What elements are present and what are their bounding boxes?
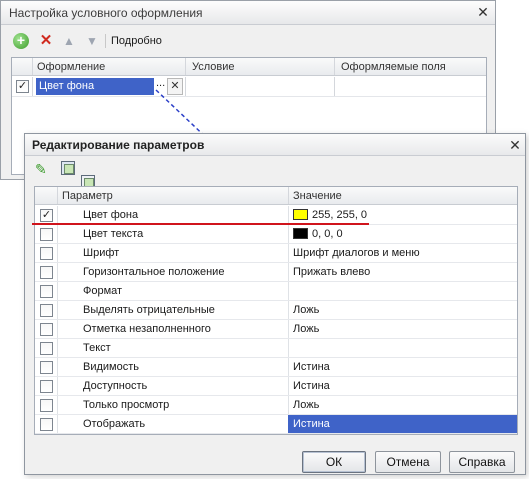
- table-row[interactable]: Цвет текста 0, 0, 0: [35, 225, 517, 244]
- edit-icon[interactable]: ✎: [35, 161, 51, 177]
- cancel-button[interactable]: Отмена: [375, 451, 441, 473]
- row-checkbox[interactable]: [40, 285, 53, 298]
- ok-button[interactable]: ОК: [302, 451, 366, 473]
- param-name: Формат: [83, 285, 123, 297]
- param-value[interactable]: Ложь: [293, 399, 319, 411]
- window2-titlebar: Редактирование параметров ✕: [25, 134, 525, 156]
- param-name: Горизонтальное положение: [83, 266, 225, 278]
- param-value[interactable]: Ложь: [293, 323, 319, 335]
- param-name: Текст: [83, 342, 111, 354]
- param-name: Отметка незаполненного: [83, 323, 211, 335]
- help-button[interactable]: Справка: [449, 451, 515, 473]
- param-value[interactable]: 0, 0, 0: [312, 228, 343, 240]
- table-row[interactable]: Доступность Истина: [35, 377, 517, 396]
- row-checkbox[interactable]: ✓: [40, 209, 53, 222]
- table-row[interactable]: Отметка незаполненного Ложь: [35, 320, 517, 339]
- param-value[interactable]: Ложь: [293, 304, 319, 316]
- window2-toolbar: ✎: [25, 156, 525, 189]
- param-value[interactable]: Истина: [293, 380, 330, 392]
- close-icon[interactable]: ✕: [507, 137, 523, 153]
- row-checkbox[interactable]: [40, 342, 53, 355]
- column-header-value[interactable]: Значение: [293, 190, 342, 202]
- table-row[interactable]: Формат: [35, 282, 517, 301]
- table-header: Параметр Значение: [35, 187, 517, 205]
- row-checkbox[interactable]: [40, 418, 53, 431]
- table-row[interactable]: Выделять отрицательные Ложь: [35, 301, 517, 320]
- table-row[interactable]: Текст: [35, 339, 517, 358]
- param-name: Отображать: [83, 418, 146, 430]
- param-name: Выделять отрицательные: [83, 304, 215, 316]
- color-swatch: [293, 228, 308, 239]
- row-checkbox[interactable]: [40, 247, 53, 260]
- row-checkbox[interactable]: [40, 380, 53, 393]
- row-checkbox[interactable]: [40, 266, 53, 279]
- check-all-icon[interactable]: [61, 161, 75, 175]
- column-header-parameter[interactable]: Параметр: [62, 190, 113, 202]
- param-name: Цвет фона: [83, 209, 139, 221]
- param-value[interactable]: 255, 255, 0: [312, 209, 367, 221]
- table-row[interactable]: Отображать Истина: [35, 415, 517, 434]
- param-name: Только просмотр: [83, 399, 170, 411]
- table-row[interactable]: Шрифт Шрифт диалогов и меню: [35, 244, 517, 263]
- param-name: Доступность: [83, 380, 148, 392]
- param-name: Шрифт: [83, 247, 120, 259]
- table-row[interactable]: Горизонтальное положение Прижать влево: [35, 263, 517, 282]
- table-row[interactable]: Только просмотр Ложь: [35, 396, 517, 415]
- param-value[interactable]: Истина: [293, 361, 330, 373]
- table-row[interactable]: Видимость Истина: [35, 358, 517, 377]
- color-swatch: [293, 209, 308, 220]
- window2-title: Редактирование параметров: [32, 138, 205, 152]
- row-checkbox[interactable]: [40, 399, 53, 412]
- param-name: Видимость: [83, 361, 139, 373]
- param-value[interactable]: Шрифт диалогов и меню: [293, 247, 420, 259]
- edit-parameters-window: Редактирование параметров ✕ ✎ Параметр З…: [24, 133, 526, 475]
- param-name: Цвет текста: [83, 228, 144, 240]
- row-checkbox[interactable]: [40, 361, 53, 374]
- param-value-selected[interactable]: Истина: [288, 415, 517, 433]
- highlight-underline: [32, 223, 369, 225]
- param-value[interactable]: Прижать влево: [293, 266, 370, 278]
- row-checkbox[interactable]: [40, 323, 53, 336]
- row-checkbox[interactable]: [40, 228, 53, 241]
- row-checkbox[interactable]: [40, 304, 53, 317]
